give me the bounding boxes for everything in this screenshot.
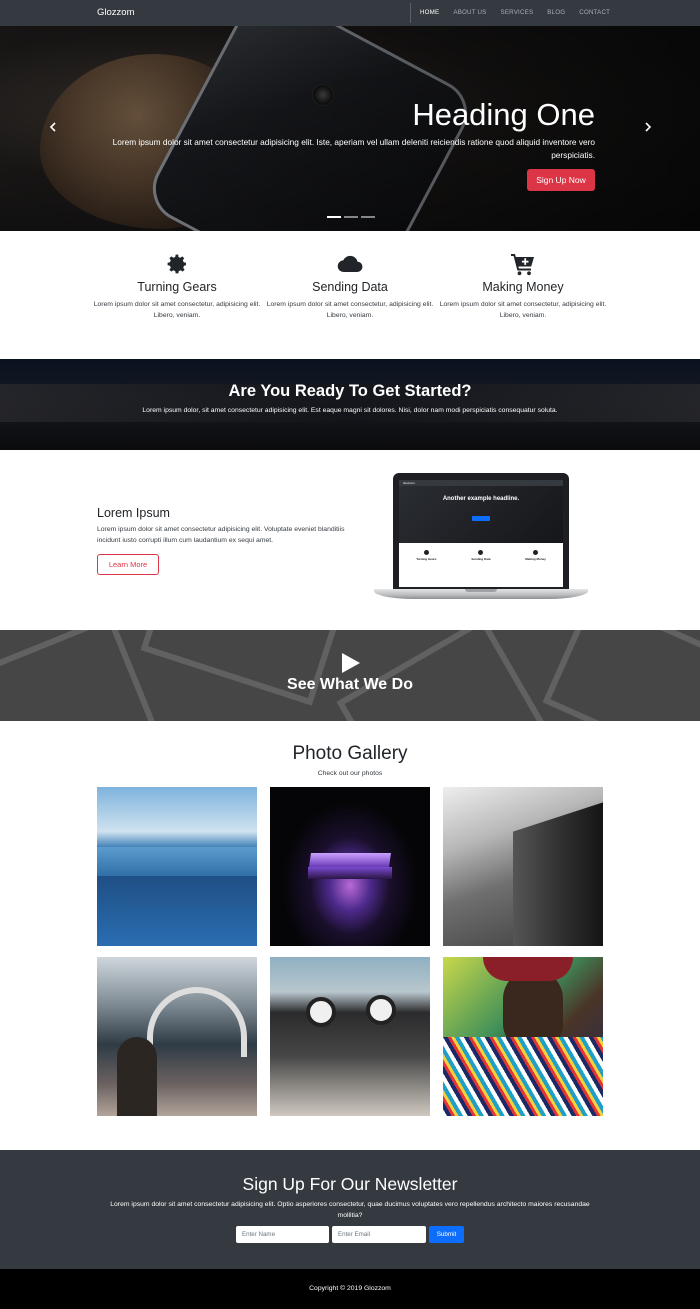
photo-detail <box>443 1037 603 1116</box>
laptop-screen-content: Glozzom Another example headline. Turnin… <box>399 480 563 587</box>
newsletter-text: Lorem ipsum dolor sit amet consectetur a… <box>110 1201 590 1219</box>
feature-title: Sending Data <box>312 280 388 294</box>
email-input[interactable] <box>332 1226 426 1243</box>
info-text: Lorem ipsum dolor sit amet consectetur a… <box>97 526 345 544</box>
laptop-feature-title: Making Money <box>525 557 546 561</box>
laptop-brand: Glozzom <box>403 481 415 485</box>
feature-text: Lorem ipsum dolor sit amet consectetur, … <box>439 301 607 319</box>
photo-detail <box>483 957 573 981</box>
photo-detail <box>309 853 391 867</box>
gallery-heading: Photo Gallery <box>292 743 408 764</box>
feature-making-money: Making Money Lorem ipsum dolor sit amet … <box>438 252 608 321</box>
play-icon[interactable] <box>340 652 362 674</box>
copyright-text: Copyright © 2019 Glozzom <box>309 1285 391 1292</box>
laptop-feature: Turning Gears <box>406 550 446 561</box>
hero-text: Lorem ipsum dolor sit amet consectetur a… <box>112 137 595 160</box>
photo-detail <box>117 1037 157 1116</box>
photo-detail <box>97 876 257 946</box>
hero-carousel <box>0 26 700 231</box>
laptop-feature: Sending Data <box>461 550 501 561</box>
feature-title: Turning Gears <box>137 280 217 294</box>
name-input[interactable] <box>236 1226 329 1243</box>
laptop-features: Turning Gears Sending Data Making Money <box>399 543 563 561</box>
chevron-left-icon[interactable] <box>48 122 58 132</box>
gallery-subtitle: Check out our photos <box>317 770 383 777</box>
nav-link-blog[interactable]: BLOG <box>547 9 565 16</box>
carousel-indicator[interactable] <box>361 216 375 218</box>
feature-title: Making Money <box>482 280 564 294</box>
cart-plus-icon <box>511 254 534 276</box>
video-heading: See What We Do <box>287 676 413 693</box>
get-started-section: Are You Ready To Get Started? Lorem ipsu… <box>0 359 700 450</box>
chevron-right-icon[interactable] <box>643 122 653 132</box>
gear-icon <box>423 550 429 555</box>
laptop-hero-button <box>472 516 490 521</box>
gallery-photo-lake[interactable] <box>97 787 257 946</box>
laptop-screen: Glozzom Another example headline. Turnin… <box>393 473 569 591</box>
sign-up-button[interactable]: Sign Up Now <box>527 169 595 191</box>
photo-detail <box>306 997 336 1027</box>
gallery-photo-person[interactable] <box>443 957 603 1116</box>
carousel-indicators <box>327 216 375 218</box>
laptop-notch <box>465 589 497 592</box>
laptop-hero: Another example headline. <box>399 486 563 543</box>
feature-sending-data: Sending Data Lorem ipsum dolor sit amet … <box>265 252 435 321</box>
hero-overlay <box>0 26 700 231</box>
photo-detail <box>513 802 603 946</box>
cart-plus-icon <box>533 550 539 555</box>
gallery-photo-building[interactable] <box>443 787 603 946</box>
feature-text: Lorem ipsum dolor sit amet consectetur, … <box>266 301 434 319</box>
submit-button[interactable]: Submit <box>429 1226 464 1243</box>
footer: Copyright © 2019 Glozzom <box>0 1269 700 1309</box>
newsletter-heading: Sign Up For Our Newsletter <box>242 1174 458 1194</box>
get-started-text: Lorem ipsum dolor, sit amet consectetur … <box>142 407 558 414</box>
laptop-feature: Making Money <box>516 550 556 561</box>
photo-detail <box>308 867 392 879</box>
newsletter-section: Sign Up For Our Newsletter Lorem ipsum d… <box>0 1150 700 1269</box>
brand-logo[interactable]: Glozzom <box>97 7 134 18</box>
gallery-photo-laptop[interactable] <box>270 787 430 946</box>
sketch-shape <box>140 630 340 706</box>
carousel-indicator[interactable] <box>344 216 358 218</box>
nav-divider <box>410 3 411 23</box>
cloud-icon <box>337 255 363 273</box>
learn-more-button[interactable]: Learn More <box>97 554 159 575</box>
info-heading: Lorem Ipsum <box>97 506 170 520</box>
gear-icon <box>167 254 186 274</box>
navbar: Glozzom HOME ABOUT US SERVICES BLOG CONT… <box>0 0 700 26</box>
nav-link-contact[interactable]: CONTACT <box>579 9 610 16</box>
hero-heading: Heading One <box>412 97 595 132</box>
photo-detail <box>147 987 247 1057</box>
nav-links: HOME ABOUT US SERVICES BLOG CONTACT <box>420 9 610 16</box>
photo-detail <box>97 847 257 877</box>
laptop-feature-title: Sending Data <box>471 557 491 561</box>
photo-detail <box>366 995 396 1025</box>
nav-link-home[interactable]: HOME <box>420 9 439 16</box>
nav-link-about[interactable]: ABOUT US <box>453 9 486 16</box>
gallery-photo-station[interactable] <box>97 957 257 1116</box>
gallery-photo-structure[interactable] <box>270 957 430 1116</box>
laptop-headline: Another example headline. <box>442 496 520 502</box>
laptop-feature-title: Turning Gears <box>416 557 437 561</box>
cloud-icon <box>478 550 484 555</box>
get-started-heading: Are You Ready To Get Started? <box>228 382 472 400</box>
nav-link-services[interactable]: SERVICES <box>501 9 534 16</box>
carousel-indicator[interactable] <box>327 216 341 218</box>
laptop-image: Glozzom Another example headline. Turnin… <box>374 473 588 606</box>
feature-text: Lorem ipsum dolor sit amet consectetur, … <box>93 301 261 319</box>
feature-turning-gears: Turning Gears Lorem ipsum dolor sit amet… <box>92 252 262 321</box>
